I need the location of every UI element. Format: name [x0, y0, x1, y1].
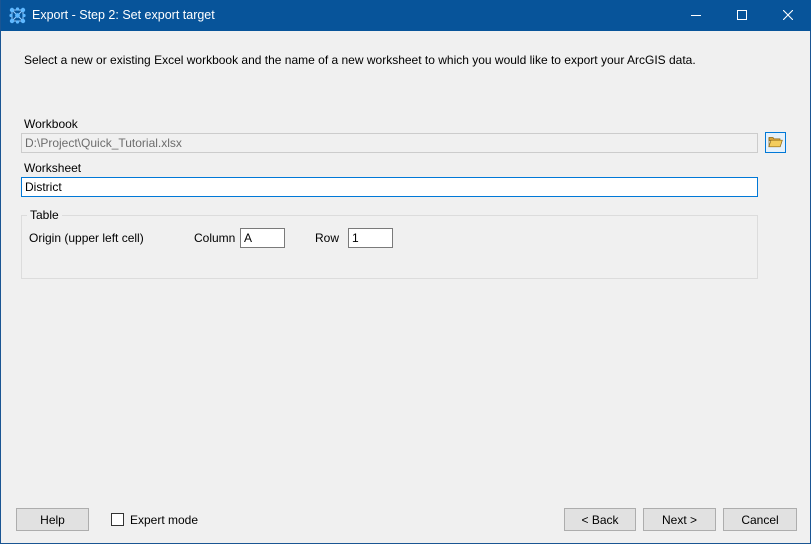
- minimize-icon: [691, 9, 701, 23]
- title-bar[interactable]: Export - Step 2: Set export target: [1, 0, 811, 31]
- workbook-path-field[interactable]: D:\Project\Quick_Tutorial.xlsx: [21, 133, 758, 153]
- minimize-button[interactable]: [673, 0, 719, 31]
- maximize-button[interactable]: [719, 0, 765, 31]
- window-title: Export - Step 2: Set export target: [32, 8, 215, 22]
- origin-label: Origin (upper left cell): [29, 231, 144, 245]
- row-label: Row: [315, 231, 340, 245]
- export-wizard-window: Export - Step 2: Set export target Selec…: [0, 0, 811, 544]
- workbook-label: Workbook: [24, 117, 78, 131]
- cancel-button[interactable]: Cancel: [723, 508, 797, 531]
- maximize-icon: [737, 9, 747, 23]
- browse-workbook-button[interactable]: [765, 132, 786, 153]
- table-group-title: Table: [27, 208, 62, 222]
- row-input[interactable]: 1: [348, 228, 393, 248]
- back-button[interactable]: < Back: [564, 508, 636, 531]
- expert-mode-checkbox[interactable]: [111, 513, 124, 526]
- expert-mode-label[interactable]: Expert mode: [130, 513, 198, 527]
- close-icon: [782, 9, 794, 23]
- close-button[interactable]: [765, 0, 811, 31]
- network-nodes-icon: [9, 7, 26, 24]
- column-input[interactable]: A: [240, 228, 285, 248]
- help-button[interactable]: Help: [16, 508, 89, 531]
- next-button[interactable]: Next >: [643, 508, 716, 531]
- instruction-text: Select a new or existing Excel workbook …: [24, 53, 696, 67]
- worksheet-label: Worksheet: [24, 161, 82, 175]
- column-label: Column: [194, 231, 236, 245]
- worksheet-name-input[interactable]: District: [21, 177, 758, 197]
- open-folder-icon: [768, 135, 783, 151]
